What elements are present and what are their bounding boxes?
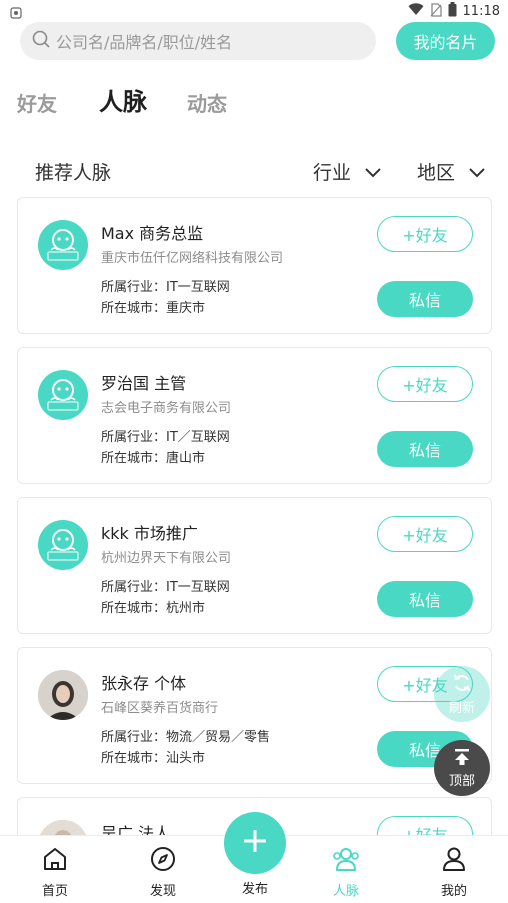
no-sim-icon: [430, 2, 442, 21]
avatar[interactable]: [38, 220, 88, 270]
wifi-icon: [408, 3, 424, 20]
contact-city: 所在城市：重庆市: [101, 301, 206, 316]
contact-name: 张永存 个体: [101, 674, 187, 693]
nav-me[interactable]: 我的: [424, 846, 484, 899]
filter-row: 推荐人脉 行业 地区: [0, 150, 508, 190]
people-icon: [332, 846, 360, 876]
contact-industry: 所属行业：物流／贸易／零售: [101, 730, 271, 745]
arrow-up-to-top-icon: [453, 748, 471, 770]
section-title: 推荐人脉: [35, 162, 112, 184]
industry-filter-label: 行业: [313, 162, 352, 184]
plus-icon: [241, 827, 269, 859]
contact-name: 罗治国 主管: [101, 374, 187, 393]
contact-name: Max 商务总监: [101, 224, 204, 243]
contact-company: 重庆市伍仟亿网络科技有限公司: [101, 251, 284, 266]
tab-connections[interactable]: 人脉: [99, 82, 147, 117]
search-icon: [32, 30, 50, 52]
chevron-down-icon: [365, 161, 381, 183]
my-card-button[interactable]: 我的名片: [396, 22, 495, 60]
nav-me-label: 我的: [440, 884, 467, 899]
nav-home[interactable]: 首页: [25, 846, 85, 899]
contact-card[interactable]: 张永存 个体 石峰区葵养百货商行 所属行业：物流／贸易／零售 所在城市：汕头市 …: [17, 647, 492, 784]
nav-discover-label: 发现: [149, 884, 176, 899]
message-button[interactable]: 私信: [377, 431, 473, 467]
person-photo-icon: [38, 670, 88, 720]
back-to-top-button[interactable]: 顶部: [434, 740, 490, 796]
search-input[interactable]: 公司名/品牌名/职位/姓名: [20, 22, 376, 60]
home-icon: [42, 846, 68, 876]
publish-button[interactable]: [224, 812, 286, 874]
contact-card[interactable]: kkk 市场推广 杭州边界天下有限公司 所属行业：IT一互联网 所在城市：杭州市…: [17, 497, 492, 634]
contact-card[interactable]: 罗治国 主管 志会电子商务有限公司 所属行业：IT／互联网 所在城市：唐山市 +…: [17, 347, 492, 484]
avatar[interactable]: [38, 670, 88, 720]
chevron-down-icon: [469, 161, 485, 183]
avatar[interactable]: [38, 370, 88, 420]
octopus-logo-icon: [47, 379, 79, 411]
contact-city: 所在城市：汕头市: [101, 751, 206, 766]
contact-company: 杭州边界天下有限公司: [101, 551, 232, 566]
status-indicators: 11:18: [408, 2, 500, 21]
contact-company: 志会电子商务有限公司: [101, 401, 232, 416]
region-filter[interactable]: 地区: [417, 158, 485, 185]
contact-list: Max 商务总监 重庆市伍仟亿网络科技有限公司 所属行业：IT一互联网 所在城市…: [17, 197, 492, 903]
contact-industry: 所属行业：IT一互联网: [101, 580, 230, 595]
clock-text: 11:18: [462, 4, 500, 19]
contact-industry: 所属行业：IT一互联网: [101, 280, 230, 295]
app-notification-icon: [10, 4, 22, 23]
message-button[interactable]: 私信: [377, 581, 473, 617]
add-friend-button[interactable]: +好友: [377, 216, 473, 252]
contact-name: kkk 市场推广: [101, 524, 198, 543]
tab-moments[interactable]: 动态: [187, 88, 227, 117]
refresh-button[interactable]: 刷新: [434, 666, 490, 722]
contact-city: 所在城市：唐山市: [101, 451, 206, 466]
contact-industry: 所属行业：IT／互联网: [101, 430, 230, 445]
region-filter-label: 地区: [417, 162, 456, 184]
octopus-logo-icon: [47, 229, 79, 261]
compass-icon: [150, 846, 176, 876]
refresh-icon: [452, 673, 472, 697]
avatar[interactable]: [38, 520, 88, 570]
user-icon: [441, 846, 467, 876]
add-friend-button[interactable]: +好友: [377, 516, 473, 552]
nav-publish-label: 发布: [241, 882, 268, 897]
nav-connections[interactable]: 人脉: [316, 846, 376, 899]
add-friend-button[interactable]: +好友: [377, 366, 473, 402]
contact-company: 石峰区葵养百货商行: [101, 701, 219, 716]
nav-home-label: 首页: [41, 884, 68, 899]
battery-icon: [448, 2, 457, 21]
search-placeholder: 公司名/品牌名/职位/姓名: [56, 33, 233, 52]
octopus-logo-icon: [47, 529, 79, 561]
message-button[interactable]: 私信: [377, 281, 473, 317]
refresh-label: 刷新: [448, 700, 475, 716]
status-bar: 11:18: [0, 0, 508, 20]
nav-discover[interactable]: 发现: [133, 846, 193, 899]
back-to-top-label: 顶部: [448, 773, 475, 789]
tab-friends[interactable]: 好友: [17, 88, 57, 117]
contact-card[interactable]: Max 商务总监 重庆市伍仟亿网络科技有限公司 所属行业：IT一互联网 所在城市…: [17, 197, 492, 334]
top-tabs: 好友 人脉 动态: [0, 82, 508, 122]
contact-city: 所在城市：杭州市: [101, 601, 206, 616]
nav-connections-label: 人脉: [332, 884, 359, 899]
industry-filter[interactable]: 行业: [313, 158, 381, 185]
